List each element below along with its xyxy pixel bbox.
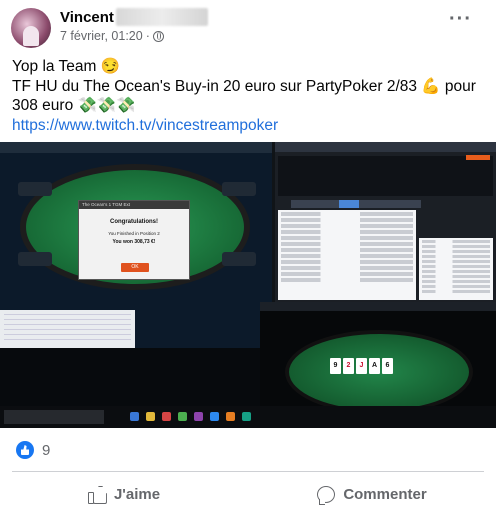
taskbar-app-icon	[226, 412, 235, 421]
dialog-heading: Congratulations!	[110, 219, 158, 225]
lobby-info-panel	[278, 156, 493, 196]
like-reaction-icon	[16, 441, 34, 459]
board-card: 6	[382, 358, 393, 374]
taskbar-app-icon	[146, 412, 155, 421]
post-actions: J'aime Commenter	[0, 478, 496, 510]
post-timestamp[interactable]: 7 février, 01:20	[60, 29, 143, 43]
poker-table-window: The Ocean's 1 TGM Ext Congratulations! Y…	[0, 142, 272, 428]
post-text-line-2: TF HU du The Ocean's Buy-in 20 euro sur …	[12, 77, 476, 115]
windows-taskbar	[0, 406, 496, 428]
board-card: 2	[343, 358, 354, 374]
reaction-count[interactable]: 9	[42, 442, 50, 459]
lobby-prize-list	[278, 210, 416, 300]
board-cards: 9 2 J A 6	[330, 358, 393, 374]
board-card: 9	[330, 358, 341, 374]
author-name-redacted	[115, 8, 208, 26]
dialog-position: You Finished in Position 2	[108, 231, 160, 236]
dialog-title: The Ocean's 1 TGM Ext	[79, 201, 189, 209]
seat	[222, 182, 256, 196]
lobby-tab-active	[339, 200, 359, 208]
seat	[222, 252, 256, 266]
congratulations-dialog: The Ocean's 1 TGM Ext Congratulations! Y…	[78, 200, 190, 280]
seat	[18, 252, 52, 266]
dialog-ok-button: OK	[121, 263, 149, 272]
taskbar-search	[4, 410, 104, 424]
comment-button[interactable]: Commenter	[248, 478, 496, 510]
stats-panel	[0, 310, 135, 348]
taskbar-app-icon	[210, 412, 219, 421]
taskbar-app-icon	[242, 412, 251, 421]
post-text-line-1: Yop la Team 😏	[12, 58, 121, 75]
dialog-win-amount: You won 308,73 €!	[112, 239, 156, 245]
post-link[interactable]: https://www.twitch.tv/vincestreampoker	[12, 116, 487, 136]
comment-icon	[317, 485, 336, 505]
post-meta: 7 février, 01:20 ·	[60, 29, 164, 43]
taskbar-app-icon	[194, 412, 203, 421]
divider	[12, 471, 484, 472]
facebook-post: Vincent 7 février, 01:20 · ··· Yop la Te…	[0, 0, 496, 510]
author-name-text[interactable]: Vincent	[60, 9, 114, 26]
taskbar-app-icon	[162, 412, 171, 421]
thumbs-up-icon	[87, 485, 106, 504]
lobby-player-list	[419, 238, 493, 300]
avatar[interactable]	[11, 8, 51, 48]
lobby-titlebar	[275, 142, 496, 152]
ellipsis-icon[interactable]: ···	[449, 9, 472, 29]
reaction-summary[interactable]: 9	[16, 441, 50, 459]
globe-icon	[152, 30, 164, 42]
table-window-titlebar	[0, 142, 272, 153]
like-button[interactable]: J'aime	[0, 478, 248, 510]
board-card: J	[356, 358, 367, 374]
author-name[interactable]: Vincent	[60, 8, 208, 26]
post-image-screenshot[interactable]: The Ocean's 1 TGM Ext Congratulations! Y…	[0, 142, 496, 428]
seat	[18, 182, 52, 196]
post-text: Yop la Team 😏 TF HU du The Ocean's Buy-i…	[12, 57, 487, 135]
lobby-orange-button	[466, 155, 490, 160]
comment-button-label: Commenter	[343, 485, 427, 503]
like-button-label: J'aime	[113, 485, 161, 503]
desktop-background	[0, 348, 272, 406]
taskbar-app-icon	[178, 412, 187, 421]
replay-titlebar	[260, 302, 496, 311]
taskbar-app-icon	[130, 412, 139, 421]
board-card: A	[369, 358, 380, 374]
tournament-lobby-window	[275, 142, 496, 302]
